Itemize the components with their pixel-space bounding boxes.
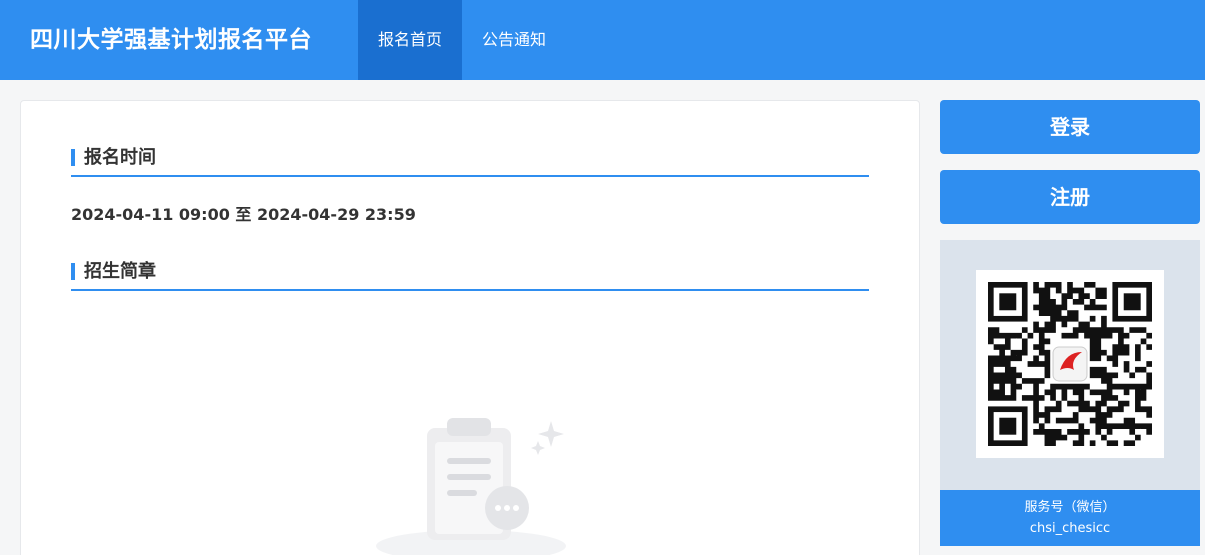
qr-code-image	[976, 270, 1164, 458]
registration-time-title: 报名时间	[84, 147, 156, 168]
top-navigation-bar: 四川大学强基计划报名平台 报名首页 公告通知	[0, 0, 1205, 80]
qr-caption: 服务号（微信） chsi_chesicc	[940, 490, 1200, 546]
site-title[interactable]: 四川大学强基计划报名平台	[30, 0, 312, 80]
qr-caption-service: 服务号（微信）	[1024, 500, 1116, 515]
qr-caption-account: chsi_chesicc	[1029, 521, 1111, 536]
brochure-heading: 招生简章	[71, 259, 869, 291]
nav-item-home[interactable]: 报名首页	[358, 0, 463, 80]
registration-time-value: 2024-04-11 09:00 至 2024-04-29 23:59	[71, 205, 416, 224]
wechat-qr-panel: 服务号（微信） chsi_chesicc	[940, 240, 1200, 546]
empty-state-clipboard-icon	[376, 418, 566, 555]
brochure-title: 招生简章	[84, 261, 156, 282]
qr-code-icon	[988, 282, 1152, 446]
heading-accent-bar	[71, 263, 75, 280]
main-content-card: 报名时间 2024-04-11 09:00 至 2024-04-29 23:59…	[20, 100, 920, 555]
registration-time-heading: 报名时间	[71, 145, 869, 177]
heading-accent-bar	[71, 149, 75, 166]
login-button[interactable]: 登录	[940, 100, 1200, 154]
nav-item-announcements[interactable]: 公告通知	[462, 0, 566, 80]
main-nav: 报名首页 公告通知	[358, 0, 566, 80]
register-button[interactable]: 注册	[940, 170, 1200, 224]
